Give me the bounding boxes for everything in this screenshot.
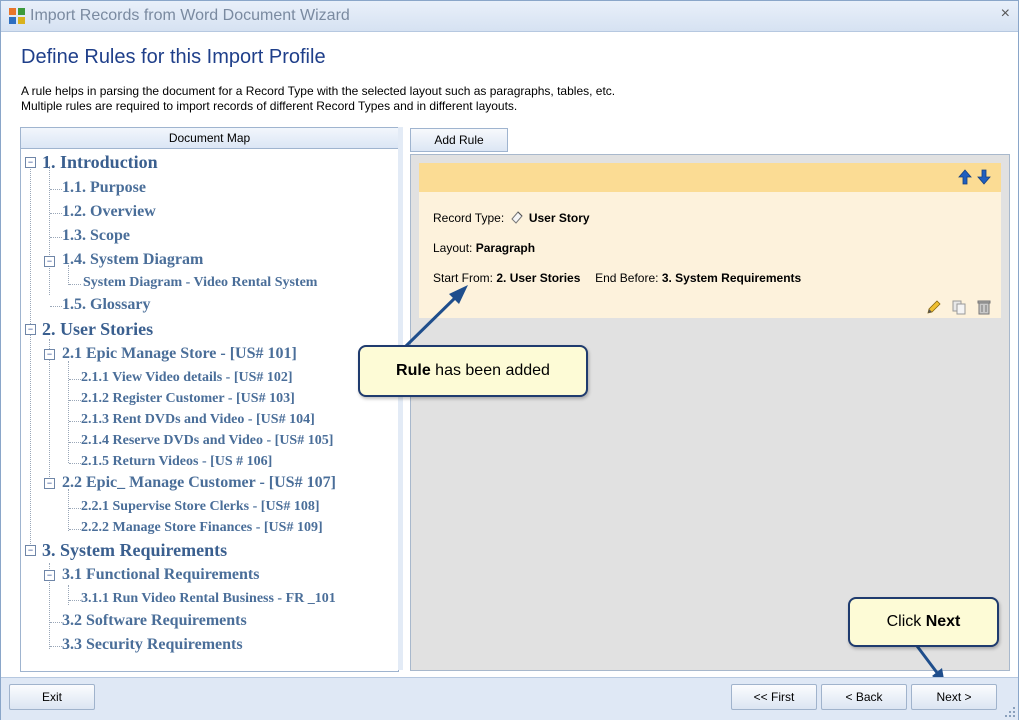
tree-item[interactable]: 1. Introduction	[42, 152, 158, 173]
collapse-icon[interactable]: −	[25, 545, 36, 556]
collapse-icon[interactable]: −	[25, 324, 36, 335]
exit-button[interactable]: Exit	[9, 684, 95, 710]
collapse-icon[interactable]: −	[44, 256, 55, 267]
add-rule-button[interactable]: Add Rule	[410, 128, 508, 152]
user-story-icon	[510, 211, 523, 224]
record-type-label: Record Type:	[433, 211, 505, 225]
tree-item[interactable]: 3. System Requirements	[42, 540, 227, 561]
tree-item[interactable]: 2.1.3 Rent DVDs and Video - [US# 104]	[81, 412, 315, 428]
tree-item[interactable]: 3.1 Functional Requirements	[62, 566, 259, 584]
end-before-value: 3. System Requirements	[661, 271, 802, 285]
document-map-tree: − − − − − − − 1. Introduction 1.1. Purpo…	[21, 149, 398, 669]
tree-item[interactable]: System Diagram - Video Rental System	[83, 275, 317, 291]
tree-item[interactable]: 1.2. Overview	[62, 203, 156, 221]
description-line-1: A rule helps in parsing the document for…	[21, 84, 616, 98]
tree-item[interactable]: 2.2.2 Manage Store Finances - [US# 109]	[81, 520, 323, 536]
arrow-up-icon[interactable]	[958, 169, 972, 185]
tree-item[interactable]: 3.1.1 Run Video Rental Business - FR _10…	[81, 591, 336, 607]
title-bar: Import Records from Word Document Wizard…	[1, 1, 1018, 32]
document-map-header: Document Map	[21, 128, 398, 149]
tree-item[interactable]: 3.2 Software Requirements	[62, 612, 247, 630]
collapse-icon[interactable]: −	[44, 478, 55, 489]
trash-icon[interactable]	[976, 299, 992, 315]
wizard-app-icon	[9, 8, 25, 24]
layout-label: Layout:	[433, 241, 473, 255]
tree-item[interactable]: 2.2.1 Supervise Store Clerks - [US# 108]	[81, 499, 320, 515]
document-map-panel: Document Map − − − − − − − 1. Introducti…	[20, 127, 399, 672]
tree-item[interactable]: 1.3. Scope	[62, 227, 130, 245]
window-title: Import Records from Word Document Wizard	[30, 7, 350, 24]
resize-grip-icon[interactable]	[1005, 707, 1015, 717]
tree-item[interactable]: 2.1.1 View Video details - [US# 102]	[81, 370, 293, 386]
tree-item[interactable]: 2.2 Epic_ Manage Customer - [US# 107]	[62, 474, 336, 492]
close-icon[interactable]: ×	[1001, 5, 1010, 23]
back-button[interactable]: < Back	[821, 684, 907, 710]
tree-item[interactable]: 1.4. System Diagram	[62, 251, 203, 269]
tree-item[interactable]: 2.1.4 Reserve DVDs and Video - [US# 105]	[81, 433, 333, 449]
layout-value: Paragraph	[475, 241, 536, 255]
rules-panel: Record Type: User Story Layout: Paragrap…	[410, 154, 1010, 671]
tree-item[interactable]: 2.1.2 Register Customer - [US# 103]	[81, 391, 295, 407]
record-type-value: User Story	[528, 211, 590, 225]
tree-item[interactable]: 2.1 Epic Manage Store - [US# 101]	[62, 345, 297, 363]
page-description: A rule helps in parsing the document for…	[21, 84, 615, 114]
tree-item[interactable]: 1.5. Glossary	[62, 296, 150, 314]
next-callout-bold: Next	[925, 613, 961, 630]
collapse-icon[interactable]: −	[44, 349, 55, 360]
start-from-value: 2. User Stories	[496, 271, 581, 285]
arrow-down-icon[interactable]	[977, 169, 991, 185]
pencil-icon[interactable]	[926, 299, 942, 315]
tree-item[interactable]: 2. User Stories	[42, 319, 153, 340]
tree-item[interactable]: 2.1.5 Return Videos - [US # 106]	[81, 454, 272, 470]
click-next-callout: Click Next	[848, 597, 999, 647]
rule-added-callout: Rule has been added	[358, 345, 588, 397]
rule-callout-text: has been added	[430, 362, 550, 379]
rule-card-header	[419, 163, 1001, 192]
record-type-row: Record Type: User Story	[433, 210, 590, 225]
page-title: Define Rules for this Import Profile	[21, 46, 326, 68]
wizard-button-bar: Exit << First < Back Next >	[1, 677, 1018, 720]
wizard-window: Import Records from Word Document Wizard…	[0, 0, 1019, 720]
tree-item[interactable]: 3.3 Security Requirements	[62, 636, 243, 654]
panel-splitter[interactable]	[398, 127, 403, 670]
collapse-icon[interactable]: −	[25, 157, 36, 168]
next-callout-text: Click	[886, 613, 926, 630]
range-row: Start From: 2. User Stories End Before: …	[433, 271, 801, 285]
first-button[interactable]: << First	[731, 684, 817, 710]
layout-row: Layout: Paragraph	[433, 241, 535, 255]
end-before-label: End Before:	[595, 271, 659, 285]
next-button[interactable]: Next >	[911, 684, 997, 710]
tree-item[interactable]: 1.1. Purpose	[62, 179, 146, 197]
rule-callout-bold: Rule	[396, 362, 431, 379]
rule-card[interactable]: Record Type: User Story Layout: Paragrap…	[419, 163, 1001, 318]
start-from-label: Start From:	[433, 271, 494, 285]
copy-icon[interactable]	[951, 299, 967, 315]
collapse-icon[interactable]: −	[44, 570, 55, 581]
description-line-2: Multiple rules are required to import re…	[21, 99, 518, 113]
